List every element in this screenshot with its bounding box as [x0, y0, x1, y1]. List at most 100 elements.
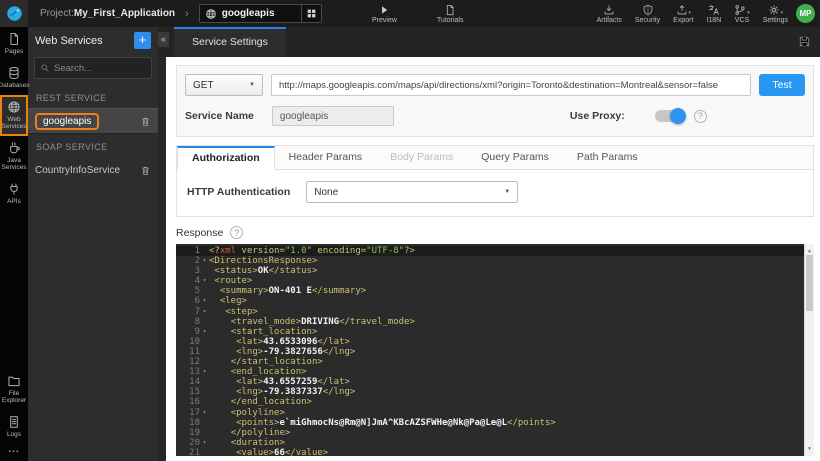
- artifacts-button[interactable]: Artifacts: [597, 4, 622, 24]
- authorization-panel: HTTP Authentication None ▼: [177, 170, 813, 216]
- fold-arrow-icon[interactable]: ▾: [200, 367, 209, 377]
- panel-resize-strip[interactable]: [158, 27, 166, 461]
- wavemaker-logo-icon: [6, 6, 22, 21]
- code-line: 15 <lng>-79.3837337</lng>: [176, 387, 804, 397]
- fold-arrow-icon[interactable]: ▾: [200, 296, 209, 306]
- globe-icon: [7, 100, 21, 114]
- service-selector[interactable]: googleapis: [198, 4, 322, 23]
- search-input[interactable]: [54, 62, 146, 74]
- fold-arrow-icon[interactable]: ▾: [200, 276, 209, 286]
- service-settings-content: GET ▼ Test Service Name Use Proxy: ? Auth…: [166, 57, 820, 461]
- fold-arrow-icon[interactable]: ▾: [200, 307, 209, 317]
- main-area: « Service Settings GET ▼ Test Service Nam…: [158, 27, 820, 461]
- line-number: 17: [189, 407, 200, 418]
- export-button[interactable]: ▾ Export: [673, 4, 693, 24]
- trash-icon[interactable]: [140, 116, 151, 127]
- service-name-input[interactable]: [271, 106, 394, 126]
- sidebar-item-web-services[interactable]: Web Services: [0, 95, 28, 136]
- proxy-help-icon[interactable]: ?: [693, 109, 707, 123]
- activity-bar: Pages Databases Web Services Java Services A…: [0, 27, 30, 461]
- tab-body-params[interactable]: Body Params: [376, 146, 467, 169]
- page-icon: [7, 32, 21, 46]
- code-line: 17 ▾ <polyline>: [176, 408, 804, 418]
- http-auth-select[interactable]: None ▼: [306, 181, 519, 203]
- fold-arrow-icon[interactable]: ▾: [200, 256, 209, 266]
- fold-gutter: [200, 387, 209, 397]
- fold-arrow-icon[interactable]: ▾: [200, 438, 209, 448]
- i18n-button[interactable]: I18N: [706, 4, 721, 24]
- grid-icon[interactable]: [300, 5, 321, 22]
- code-line: 14 <lat>43.6557259</lat>: [176, 377, 804, 387]
- trash-icon[interactable]: [140, 165, 151, 176]
- sidebar-item-logs[interactable]: Logs: [0, 410, 28, 444]
- preview-button[interactable]: Preview: [372, 4, 397, 24]
- line-number: 19: [189, 427, 200, 438]
- chevron-down-icon: ▾: [688, 9, 692, 16]
- test-button[interactable]: Test: [759, 74, 805, 96]
- fold-gutter: [200, 246, 209, 256]
- service-list-item[interactable]: CountryInfoService: [28, 157, 158, 183]
- line-number: 6: [194, 296, 200, 307]
- service-list-item[interactable]: googleapis: [28, 108, 158, 134]
- avatar[interactable]: MP: [796, 4, 815, 23]
- preview-label: Preview: [372, 16, 397, 24]
- security-button[interactable]: Security: [635, 4, 660, 24]
- service-sections: REST SERVICE googleapis SOAP SERVICE Countr…: [28, 85, 158, 183]
- fold-arrow-icon[interactable]: ▾: [200, 327, 209, 337]
- line-number: 11: [189, 346, 200, 357]
- topbar-right: Artifacts Security ▾ Export I18N ▾ VCS ▾ Setting…: [597, 0, 788, 27]
- service-section: REST SERVICE googleapis: [28, 85, 158, 134]
- add-service-button[interactable]: +: [134, 32, 151, 49]
- section-header: SOAP SERVICE: [36, 142, 108, 152]
- code-line: 3 <status>OK</status>: [176, 266, 804, 276]
- service-search: [34, 57, 152, 79]
- scroll-thumb[interactable]: [806, 255, 813, 311]
- i18n-icon: [708, 4, 720, 16]
- tab-query-params[interactable]: Query Params: [467, 146, 563, 169]
- vcs-button[interactable]: ▾ VCS: [734, 4, 750, 24]
- settings-icon: [768, 4, 780, 16]
- request-url-input[interactable]: [271, 74, 751, 96]
- sidebar-item-file-explorer[interactable]: File Explorer: [0, 369, 28, 410]
- scroll-down-icon[interactable]: ▼: [805, 444, 814, 454]
- tutorials-button[interactable]: Tutorials: [437, 4, 464, 24]
- response-help-icon[interactable]: ?: [230, 226, 244, 239]
- code-line: 16 </end_location>: [176, 397, 804, 407]
- tab-authorization[interactable]: Authorization: [177, 146, 275, 170]
- chevron-down-icon: ▾: [747, 9, 750, 16]
- use-proxy-toggle[interactable]: [654, 108, 686, 124]
- code-line: 19 </polyline>: [176, 428, 804, 438]
- params-box: Authorization Header Params Body Params Que…: [176, 145, 814, 217]
- editor-scrollbar[interactable]: ▲ ▼: [804, 244, 814, 456]
- service-section: SOAP SERVICE CountryInfoService: [28, 134, 158, 183]
- chevron-down-icon: ▼: [249, 82, 255, 88]
- vcs-label: VCS: [734, 16, 750, 24]
- tab-path-params[interactable]: Path Params: [563, 146, 652, 169]
- line-number: 13: [189, 367, 200, 378]
- sidebar-item-java-services[interactable]: Java Services: [0, 136, 28, 177]
- line-number: 8: [194, 316, 200, 327]
- code-line: 11 <lng>-79.3827656</lng>: [176, 347, 804, 357]
- tab-service-settings[interactable]: Service Settings: [174, 27, 286, 57]
- tab-header-params[interactable]: Header Params: [275, 146, 377, 169]
- fold-arrow-icon[interactable]: ▾: [200, 408, 209, 418]
- sidebar-item-databases[interactable]: Databases: [0, 61, 30, 95]
- collapse-panel-button[interactable]: «: [158, 32, 169, 47]
- fold-gutter: [200, 337, 209, 347]
- sidebar-more-button[interactable]: ...: [0, 444, 28, 461]
- topbar-center: Preview Tutorials: [372, 0, 464, 27]
- sidebar-item-pages[interactable]: Pages: [0, 27, 28, 61]
- code-line: 18 <points>e`miGhmocNs@Rm@N]JmA^KBcAZSFW…: [176, 418, 804, 428]
- app-logo[interactable]: [0, 0, 28, 27]
- i18n-label: I18N: [706, 16, 722, 24]
- folder-icon: [7, 374, 21, 388]
- plug-icon: [7, 182, 21, 196]
- save-icon[interactable]: [798, 35, 811, 53]
- settings-button[interactable]: ▾ Settings: [763, 4, 788, 24]
- sidebar-item-apis[interactable]: APIs: [0, 177, 28, 211]
- http-method-select[interactable]: GET ▼: [185, 74, 263, 96]
- response-code-editor[interactable]: 1 <?xml version="1.0" encoding="UTF-8"?> 2…: [176, 244, 814, 456]
- tutorials-icon: [444, 4, 456, 16]
- code-line: 10 <lat>43.6533096</lat>: [176, 337, 804, 347]
- code-line: 13 ▾ <end_location>: [176, 367, 804, 377]
